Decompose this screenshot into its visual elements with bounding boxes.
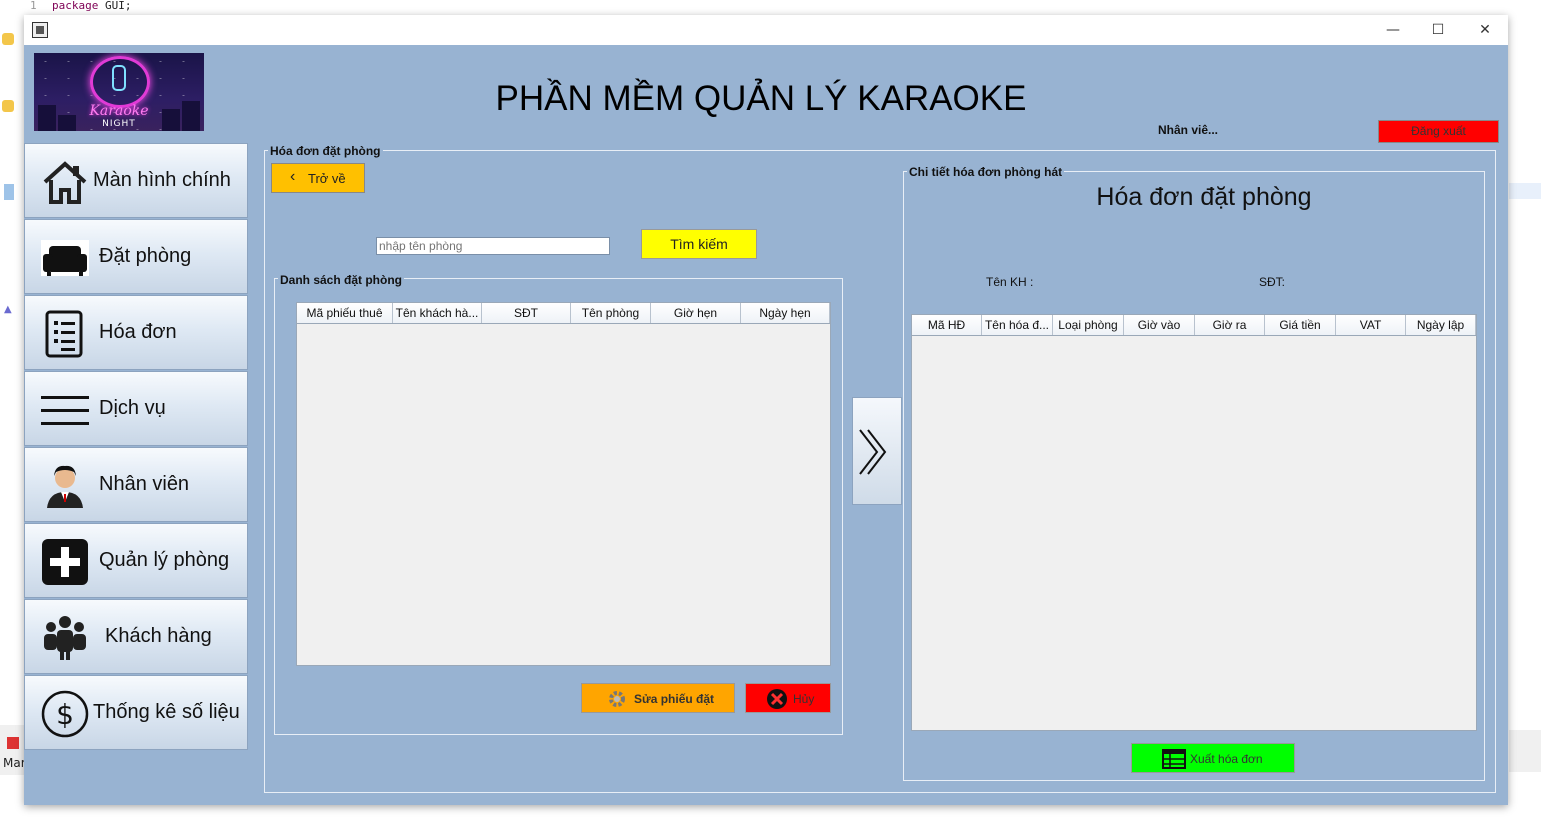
ide-fold-icon: ▲ [4,304,12,315]
column-header[interactable]: Giờ vào [1124,315,1195,335]
chevron-left-icon: ‹ [290,168,296,185]
sidebar-item-services[interactable]: Dịch vụ [24,371,248,446]
logout-button[interactable]: Đăng xuất [1378,120,1499,143]
invoice-detail-table-header: Mã HĐ Tên hóa đ... Loại phòng Giờ vào Gi… [912,315,1476,336]
svg-text:$: $ [56,698,74,731]
column-header[interactable]: SĐT [482,303,571,323]
column-header[interactable]: Giá tiền [1265,315,1336,335]
java-app-icon [32,22,48,38]
column-header[interactable]: VAT [1336,315,1406,335]
microphone-icon [112,65,126,91]
ide-bottom-label: Mar [3,756,26,770]
ide-code-line: 1 package GUI; [0,0,1541,14]
search-button[interactable]: Tìm kiếm [641,229,757,259]
booking-table-header: Mã phiếu thuê Tên khách hà... SĐT Tên ph… [297,303,830,324]
table-icon [1162,749,1186,769]
sidebar-item-label: Khách hàng [105,625,212,647]
gear-icon [609,691,625,707]
edit-booking-button[interactable]: Sửa phiếu đặt [581,683,735,713]
employee-icon [47,465,83,508]
column-header[interactable]: Giờ hẹn [651,303,741,323]
column-header[interactable]: Ngày lập [1406,315,1476,335]
employee-name-label: Nhân viê... [1158,123,1219,137]
ide-code-keyword: package [52,0,99,12]
booking-table[interactable]: Mã phiếu thuê Tên khách hà... SĐT Tên ph… [296,302,831,666]
invoice-detail-title: Chi tiết hóa đơn phòng hát [907,165,1065,179]
ide-warning-icon [2,33,14,45]
customer-name-label: Tên KH : [986,275,1034,289]
edit-booking-label: Sửa phiếu đặt [634,692,715,706]
room-search-input[interactable] [376,237,610,255]
cancel-booking-button[interactable]: Hủy [745,683,831,713]
maximize-button[interactable]: ☐ [1427,19,1449,41]
sidebar-item-label: Thống kê số liệu [93,701,240,723]
sidebar-item-label: Đặt phòng [99,245,192,267]
export-invoice-button[interactable]: Xuất hóa đơn [1131,743,1295,773]
plus-square-icon [42,539,88,585]
ide-line-number: 1 [30,0,37,12]
ide-error-icon [7,737,19,749]
back-button[interactable]: ‹ Trở về [271,163,365,193]
ide-gutter-marker [4,184,14,200]
invoice-heading: Hóa đơn đặt phòng [1096,183,1312,211]
sidebar-item-home[interactable]: Màn hình chính [24,143,248,218]
sidebar-item-room-management[interactable]: Quản lý phòng [24,523,248,598]
ide-bottom-right-panel [1509,730,1541,772]
back-button-label: Trở về [308,171,346,186]
cancel-x-icon [767,689,787,709]
sidebar-item-statistics[interactable]: $ Thống kê số liệu [24,675,248,750]
invoice-panel-title: Hóa đơn đặt phòng [268,144,383,158]
column-header[interactable]: Tên phòng [571,303,651,323]
receipt-icon [45,310,83,358]
ide-code-name: GUI; [104,0,132,12]
booking-list-title: Danh sách đặt phòng [278,273,405,287]
double-chevron-right-icon [859,429,887,475]
phone-label: SĐT: [1259,275,1286,289]
minimize-button[interactable]: — [1382,19,1404,41]
sidebar-item-label: Quản lý phòng [99,549,230,571]
column-header[interactable]: Mã phiếu thuê [297,303,393,323]
app-title: PHẦN MỀM QUẢN LÝ KARAOKE [495,79,1027,118]
sidebar-item-label: Hóa đơn [99,321,177,343]
sidebar-item-label: Dịch vụ [99,397,166,419]
sidebar-item-customers[interactable]: Khách hàng [24,599,248,674]
close-button[interactable]: ✕ [1474,19,1496,41]
karaoke-logo: Karaoke NIGHT [34,53,204,131]
sidebar-item-employees[interactable]: Nhân viên [24,447,248,522]
app-window: — ☐ ✕ Karaoke NIGHT PHẦN MỀM QUẢN LÝ KAR… [24,15,1508,805]
ide-highlight [1509,183,1541,199]
cancel-booking-label: Hủy [793,692,815,706]
column-header[interactable]: Loại phòng [1053,315,1124,335]
title-bar: — ☐ ✕ [24,15,1508,45]
column-header[interactable]: Tên hóa đ... [982,315,1053,335]
column-header[interactable]: Giờ ra [1195,315,1265,335]
logo-subtext: NIGHT [102,119,136,129]
home-icon [43,161,87,204]
column-header[interactable]: Ngày hẹn [741,303,830,323]
invoice-detail-table[interactable]: Mã HĐ Tên hóa đ... Loại phòng Giờ vào Gi… [911,314,1477,731]
group-icon [44,616,86,660]
menu-lines-icon [41,396,89,425]
export-invoice-label: Xuất hóa đơn [1190,752,1263,766]
column-header[interactable]: Tên khách hà... [393,303,482,323]
sidebar-item-label: Nhân viên [99,473,190,495]
column-header[interactable]: Mã HĐ [912,315,982,335]
sidebar-item-invoice[interactable]: Hóa đơn [24,295,248,370]
sidebar-item-label: Màn hình chính [93,169,231,191]
sidebar-item-booking[interactable]: Đặt phòng [24,219,248,294]
ide-warning-icon [2,100,14,112]
sidebar: Màn hình chính Đặt phòng Hóa đơn Dịch vụ… [24,143,249,750]
logo-text: Karaoke [89,103,149,119]
transfer-arrow-button[interactable] [852,397,902,505]
sofa-icon [41,240,89,276]
dollar-circle-icon: $ [41,690,89,738]
ide-code-text: package GUI; [52,0,131,12]
ide-bottom-panel: Mar [0,725,26,775]
